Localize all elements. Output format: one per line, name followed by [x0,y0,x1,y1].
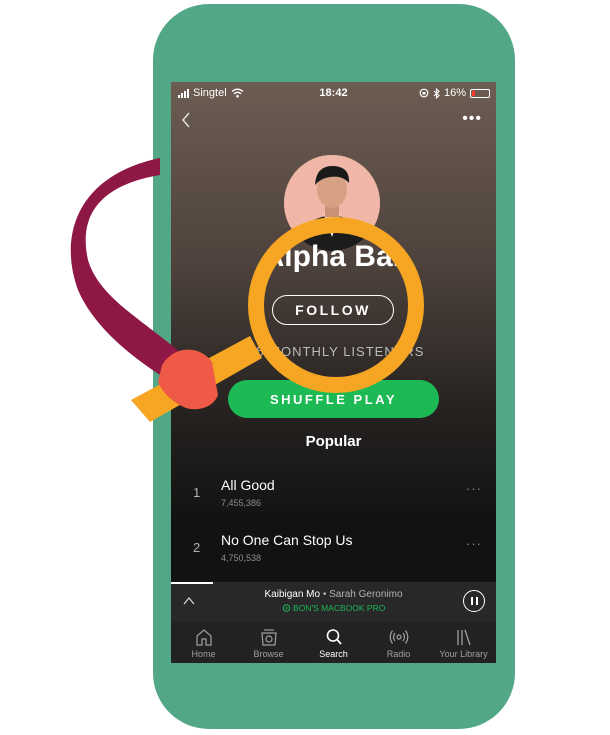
tab-your-library[interactable]: Your Library [431,622,496,663]
tab-home[interactable]: Home [171,622,236,663]
battery-icon [470,88,490,98]
connect-device[interactable]: BON'S MACBOOK PRO [226,603,441,613]
tab-browse-label: Browse [253,649,284,659]
tab-radio-label: Radio [386,649,411,659]
chevron-up-icon [183,596,195,605]
now-playing-separator: • [320,589,330,600]
library-icon [456,629,471,646]
track-more-icon[interactable]: ··· [466,481,482,496]
track-play-count: 7,455,386 [221,498,262,508]
tab-search[interactable]: Search [301,622,366,663]
shuffle-play-button[interactable]: SHUFFLE PLAY [228,380,439,418]
spotify-screen: Singtel 18:42 16% ••• Alpha Bar FOLLOW .… [171,82,496,663]
tab-radio[interactable]: Radio [366,622,431,663]
tab-library-label: Your Library [439,649,488,659]
artist-avatar [284,155,380,251]
rotation-lock-icon [419,88,429,98]
track-row[interactable]: 2 No One Can Stop Us 4,750,538 ··· [171,524,496,574]
artist-name: Alpha Bar [262,240,405,273]
track-more-icon[interactable]: ··· [466,536,482,551]
battery-fill [472,90,475,96]
pause-button[interactable] [463,590,485,612]
more-options-button[interactable]: ••• [462,110,482,128]
track-number: 1 [193,485,201,500]
track-title: No One Can Stop Us [221,532,353,548]
battery-percent: 16% [443,87,466,99]
expand-player-button[interactable] [183,592,195,608]
search-icon [326,629,342,645]
tab-home-label: Home [191,649,216,659]
track-row[interactable]: 1 All Good 7,455,386 ··· [171,469,496,519]
tab-browse[interactable]: Browse [236,622,301,663]
now-playing-info: Kaibigan Mo • Sarah Geronimo BON'S MACBO… [226,589,441,613]
now-playing-bar[interactable]: Kaibigan Mo • Sarah Geronimo BON'S MACBO… [171,582,496,622]
monthly-listeners: ...5 MONTHLY LISTENERS [242,344,425,359]
bottom-tab-bar: Home Browse Search Radio Your Library [171,622,496,663]
more-dots-icon: ••• [462,110,482,127]
playback-progress [171,582,214,584]
home-icon [195,629,212,646]
chevron-left-icon [182,112,190,128]
back-button[interactable] [181,112,191,132]
radio-icon [389,630,408,644]
track-number: 2 [193,540,201,555]
artist-photo [284,155,380,251]
now-playing-title: Kaibigan Mo [264,589,321,600]
browse-icon [260,629,277,646]
tab-search-label: Search [319,649,348,659]
follow-button[interactable]: FOLLOW [272,295,394,325]
track-title: All Good [221,477,275,493]
status-right: 16% [419,87,490,99]
status-bar: Singtel 18:42 16% [171,82,496,104]
speaker-icon [282,604,290,612]
track-play-count: 4,750,538 [221,553,262,563]
bluetooth-icon [433,87,440,99]
connect-device-label: BON'S MACBOOK PRO [293,603,386,613]
popular-heading: Popular [305,433,362,450]
now-playing-artist: Sarah Geronimo [329,589,403,600]
